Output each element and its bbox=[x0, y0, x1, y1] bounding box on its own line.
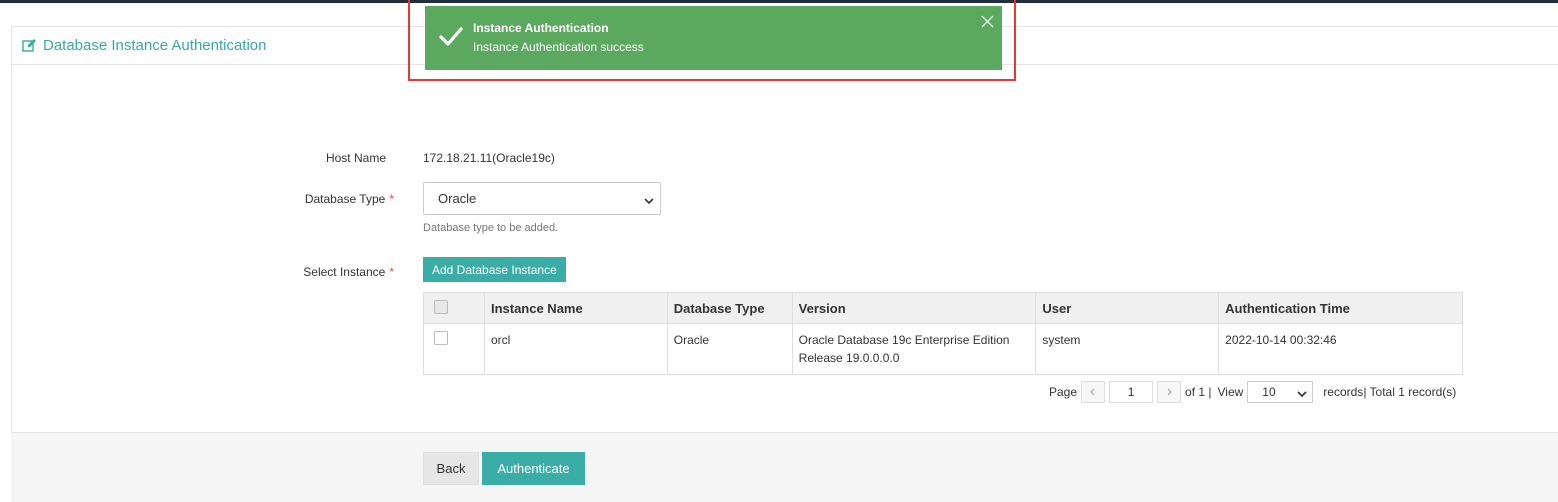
select-instance-label: Select Instance * bbox=[194, 265, 394, 279]
column-version: Version bbox=[791, 292, 1037, 324]
database-type-label: Database Type * bbox=[194, 192, 394, 206]
pagination: Page 1 of 1 | View 10 records | Total 1 … bbox=[1049, 380, 1456, 404]
prev-page-button[interactable] bbox=[1081, 381, 1106, 403]
select-instance-label-text: Select Instance bbox=[303, 265, 386, 279]
auth-panel: Database Instance Authentication bbox=[11, 26, 1558, 502]
panel-title: Database Instance Authentication bbox=[22, 37, 267, 54]
next-page-button[interactable] bbox=[1157, 381, 1182, 403]
table-header-row: Instance Name Database Type Version User… bbox=[423, 292, 1463, 324]
required-mark: * bbox=[389, 265, 394, 279]
chevron-down-icon bbox=[644, 194, 654, 205]
column-database-type: Database Type bbox=[666, 292, 793, 324]
select-all-checkbox[interactable] bbox=[434, 299, 448, 314]
success-toast: Instance Authentication Instance Authent… bbox=[425, 6, 1002, 70]
cell-version: Oracle Database 19c Enterprise Edition R… bbox=[791, 323, 1037, 375]
row-select-cell bbox=[423, 323, 485, 375]
host-name-label-text: Host Name bbox=[325, 151, 386, 165]
cell-instance-name: orcl bbox=[483, 323, 668, 375]
records-label: records bbox=[1323, 385, 1364, 399]
column-instance-name: Instance Name bbox=[483, 292, 668, 324]
edit-icon bbox=[22, 38, 37, 53]
database-type-help: Database type to be added. bbox=[423, 222, 559, 234]
check-icon bbox=[439, 26, 463, 48]
cell-database-type: Oracle bbox=[666, 323, 793, 375]
toast-message: Instance Authentication success bbox=[473, 40, 644, 54]
table-row: orcl Oracle Oracle Database 19c Enterpri… bbox=[423, 323, 1463, 375]
cell-authentication-time: 2022-10-14 00:32:46 bbox=[1218, 323, 1463, 375]
page-of-label: of 1 | bbox=[1185, 385, 1212, 399]
add-database-instance-button[interactable]: Add Database Instance bbox=[423, 257, 566, 282]
column-authentication-time: Authentication Time bbox=[1218, 292, 1463, 324]
database-type-label-text: Database Type bbox=[304, 192, 386, 206]
total-records-label: | Total 1 record(s) bbox=[1363, 385, 1457, 399]
back-button[interactable]: Back bbox=[423, 452, 479, 485]
page-size-value: 10 bbox=[1262, 385, 1276, 399]
toast-title: Instance Authentication bbox=[473, 21, 609, 35]
host-name-label: Host Name bbox=[186, 151, 386, 165]
panel-title-text: Database Instance Authentication bbox=[43, 37, 267, 54]
authenticate-button[interactable]: Authenticate bbox=[482, 452, 585, 485]
select-all-cell bbox=[423, 292, 485, 324]
page-label: Page bbox=[1049, 385, 1078, 399]
database-type-selected: Oracle bbox=[438, 191, 477, 206]
database-type-select[interactable]: Oracle bbox=[423, 182, 661, 215]
row-checkbox[interactable] bbox=[434, 331, 448, 345]
chevron-down-icon bbox=[1297, 388, 1307, 398]
form-footer bbox=[11, 432, 1558, 502]
chevron-left-icon bbox=[1090, 388, 1095, 396]
page-size-select[interactable]: 10 bbox=[1247, 381, 1314, 403]
page-number-input[interactable]: 1 bbox=[1109, 381, 1154, 403]
required-mark: * bbox=[389, 192, 394, 206]
view-label: View bbox=[1217, 385, 1244, 399]
host-name-value: 172.18.21.11(Oracle19c) bbox=[423, 151, 555, 165]
instance-table: Instance Name Database Type Version User… bbox=[423, 292, 1463, 375]
cell-user: system bbox=[1035, 323, 1220, 375]
chevron-right-icon bbox=[1167, 388, 1172, 396]
close-icon[interactable] bbox=[981, 15, 994, 28]
column-user: User bbox=[1035, 292, 1220, 324]
